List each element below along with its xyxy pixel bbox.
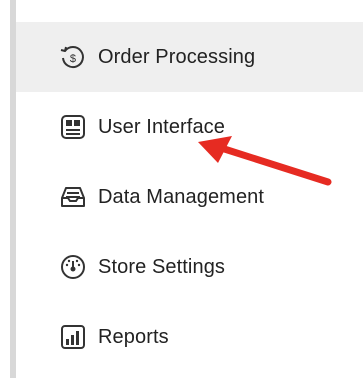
menu-item-label: Order Processing [98,45,256,68]
menu-item-reports[interactable]: Reports [16,302,363,372]
annotation-arrow-icon [198,136,332,186]
svg-text:$: $ [70,53,76,65]
order-processing-icon: $ [60,44,86,70]
settings-page: $ Order Processing User Interface Data M… [0,0,363,378]
store-settings-icon [60,254,86,280]
menu-item-order-processing[interactable]: $ Order Processing [16,22,363,92]
reports-icon [60,324,86,350]
menu-item-label: Reports [98,325,169,348]
user-interface-icon [60,114,86,140]
data-management-icon [60,184,86,210]
menu-item-label: Store Settings [98,255,226,278]
menu-item-store-settings[interactable]: Store Settings [16,232,363,302]
